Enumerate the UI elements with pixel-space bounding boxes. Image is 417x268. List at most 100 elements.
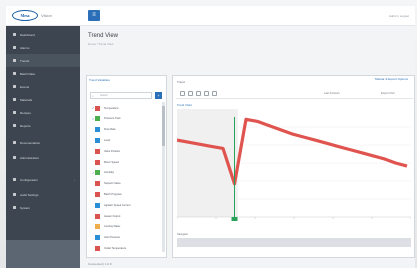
color-swatch bbox=[95, 213, 100, 219]
chart-toolbar: Last 24 hours Export CSV bbox=[176, 90, 413, 99]
scrollbar-thumb[interactable] bbox=[162, 106, 165, 146]
tag-panel-header[interactable]: Trend Variables bbox=[89, 78, 110, 82]
flask-icon bbox=[13, 111, 16, 114]
tab-trend[interactable]: Trend bbox=[177, 80, 185, 84]
tag-item[interactable]: Agitator Speed Current bbox=[92, 201, 164, 209]
tag-item[interactable]: Setpoint Value bbox=[92, 180, 164, 188]
document-icon bbox=[13, 141, 16, 144]
tag-label: Valve Position bbox=[104, 149, 121, 153]
sidebar-item-events[interactable]: Events bbox=[6, 80, 80, 93]
tag-item[interactable]: Heater Output bbox=[92, 212, 164, 220]
sidebar-item-materials[interactable]: Materials bbox=[6, 93, 80, 106]
sidebar-item-label: Trends bbox=[20, 58, 30, 63]
status-text: Connected | 1.0.0 bbox=[88, 262, 112, 266]
sidebar-item-configuration[interactable]: Configuration › bbox=[6, 173, 80, 186]
tag-label: Setpoint Value bbox=[104, 182, 121, 186]
app-window: Mesa Vision ≡ Admin | Logout Dashboard A… bbox=[6, 6, 415, 268]
box-icon bbox=[13, 98, 16, 101]
chevron-right-icon: › bbox=[74, 177, 75, 182]
hamburger-icon: ≡ bbox=[92, 12, 96, 18]
range-navigator[interactable] bbox=[177, 238, 411, 247]
system-icon bbox=[13, 206, 16, 209]
top-bar: Mesa Vision ≡ Admin | Logout bbox=[6, 6, 415, 26]
sidebar-item-reports[interactable]: Reports bbox=[6, 119, 80, 132]
tag-item[interactable]: Outlet Temperature bbox=[92, 244, 164, 252]
tag-label: Flow Rate bbox=[104, 128, 116, 132]
event-marker-flag bbox=[231, 217, 238, 221]
add-tag-button[interactable]: + bbox=[155, 92, 162, 99]
tag-item[interactable]: ✓ Pressure Tank bbox=[92, 115, 164, 123]
tag-item[interactable]: Valve Position bbox=[92, 147, 164, 155]
breadcrumb[interactable]: Home / Trend View bbox=[88, 42, 113, 46]
pan-icon[interactable] bbox=[196, 91, 201, 96]
chart-panel: Trend Tabular & Export Options Last 24 h… bbox=[172, 75, 415, 258]
color-swatch bbox=[95, 191, 100, 197]
tag-search-input[interactable]: Search bbox=[90, 92, 152, 99]
sidebar-item-label: Recipes bbox=[20, 110, 31, 115]
sidebar-item-trends[interactable]: Trends bbox=[6, 54, 80, 67]
sidebar-item-label: Materials bbox=[20, 97, 33, 102]
report-icon bbox=[13, 124, 16, 127]
sidebar-item-label: Batch Data bbox=[20, 71, 35, 76]
dashboard-icon bbox=[13, 33, 16, 36]
sidebar-item-alarms[interactable]: Alarms bbox=[6, 41, 80, 54]
cursor-icon[interactable] bbox=[212, 91, 217, 96]
export-button[interactable]: Export CSV bbox=[381, 92, 395, 95]
tag-item[interactable]: Flow Rate bbox=[92, 126, 164, 134]
tag-item[interactable]: ✓ Temperature bbox=[92, 104, 164, 112]
export-options-link[interactable]: Tabular & Export Options bbox=[375, 77, 408, 81]
range-label: Navigator bbox=[177, 233, 189, 236]
zoom-in-icon[interactable] bbox=[180, 91, 185, 96]
sidebar-item-label: Administration bbox=[20, 155, 40, 160]
sidebar-item-administration[interactable]: Administration bbox=[6, 151, 80, 164]
tag-label: Cooling Water bbox=[104, 225, 121, 229]
reset-icon[interactable] bbox=[204, 91, 209, 96]
sidebar-footer bbox=[6, 240, 80, 268]
color-swatch bbox=[95, 235, 100, 241]
color-swatch bbox=[95, 170, 100, 176]
tag-item[interactable]: Inlet Pressure bbox=[92, 234, 164, 242]
trend-chart[interactable] bbox=[177, 109, 411, 229]
sidebar-item-dashboard[interactable]: Dashboard bbox=[6, 28, 80, 41]
sidebar-item-label: Alarms bbox=[20, 45, 30, 50]
sidebar-item-documentation[interactable]: Documentation bbox=[6, 136, 80, 149]
zoom-out-icon[interactable] bbox=[188, 91, 193, 96]
add-tag-label: + bbox=[157, 93, 160, 98]
period-selector[interactable]: Last 24 hours bbox=[324, 92, 340, 95]
color-swatch bbox=[95, 181, 100, 187]
color-swatch bbox=[95, 224, 100, 230]
sidebar-item-system[interactable]: System bbox=[6, 201, 80, 214]
sidebar-item-label: Events bbox=[20, 84, 30, 89]
calendar-icon bbox=[13, 85, 16, 88]
user-info[interactable]: Admin | Logout bbox=[389, 14, 409, 18]
product-name: Vision bbox=[41, 13, 52, 18]
color-swatch bbox=[95, 127, 100, 133]
color-swatch bbox=[95, 202, 100, 208]
logo[interactable]: Mesa bbox=[12, 10, 38, 21]
menu-button[interactable]: ≡ bbox=[88, 10, 100, 21]
tag-item[interactable]: Level bbox=[92, 136, 164, 144]
tag-item[interactable]: Motor Speed bbox=[92, 158, 164, 166]
tag-panel: Trend Variables Search ⌕ + ✓ Temperature ✓… bbox=[86, 75, 167, 258]
logo-text: Mesa bbox=[20, 13, 30, 18]
sidebar-item-label: Reports bbox=[20, 123, 31, 128]
tag-list-scrollbar[interactable] bbox=[162, 102, 165, 252]
tag-label: Inlet Pressure bbox=[104, 236, 121, 240]
tag-label: Batch Progress bbox=[104, 192, 122, 196]
sidebar-item-audit-settings[interactable]: Audit Settings bbox=[6, 188, 80, 201]
bell-icon bbox=[13, 46, 16, 49]
page-title: Trend View bbox=[88, 33, 119, 39]
tag-item[interactable]: Batch Progress bbox=[92, 190, 164, 198]
tag-label: Agitator Speed Current bbox=[104, 203, 131, 207]
tag-item[interactable]: Cooling Water bbox=[92, 223, 164, 231]
sidebar-item-recipes[interactable]: Recipes bbox=[6, 106, 80, 119]
sidebar-item-label: System bbox=[20, 205, 31, 210]
main-content: Trend View Home / Trend View Trend Varia… bbox=[80, 26, 415, 268]
sidebar-item-batch-data[interactable]: Batch Data bbox=[6, 67, 80, 80]
database-icon bbox=[13, 72, 16, 75]
color-swatch bbox=[95, 137, 100, 143]
screen-frame: Mesa Vision ≡ Admin | Logout Dashboard A… bbox=[0, 0, 417, 268]
tag-label: Level bbox=[104, 138, 111, 142]
tag-item[interactable]: ✓ Humidity bbox=[92, 169, 164, 177]
tag-label: Humidity bbox=[104, 171, 115, 175]
